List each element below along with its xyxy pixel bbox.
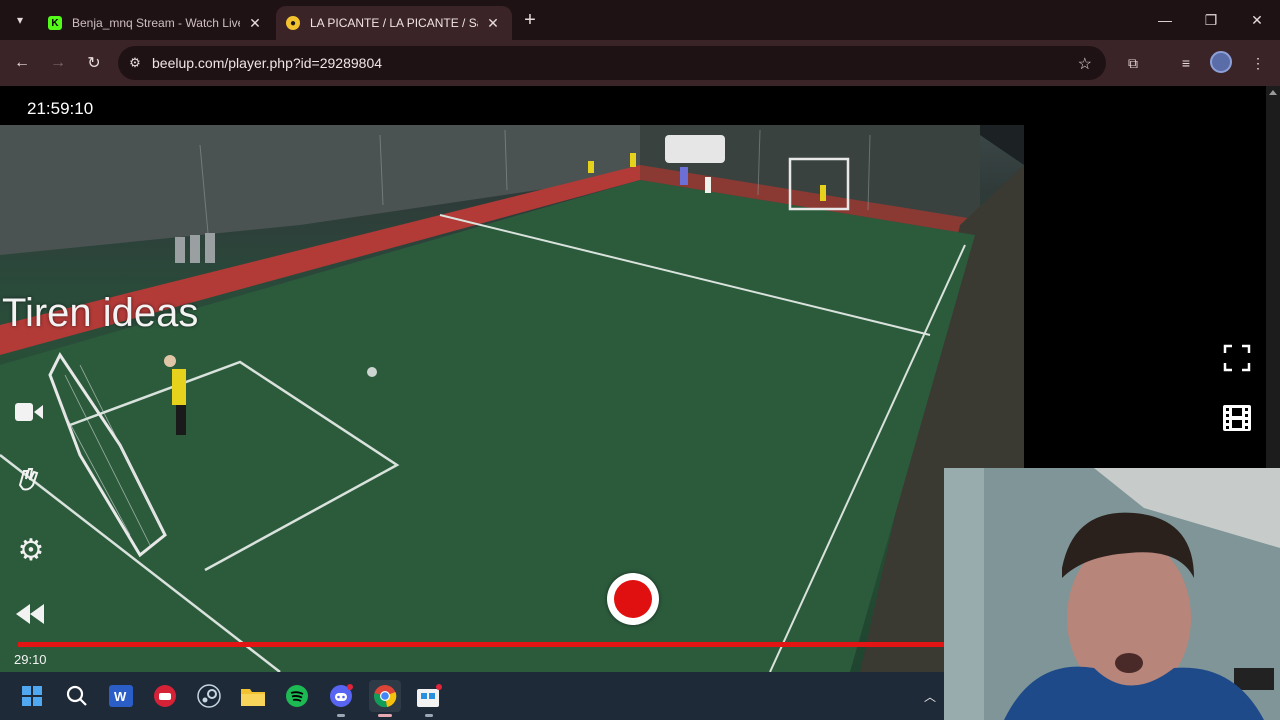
forward-icon[interactable]: → bbox=[44, 49, 72, 77]
bookmark-star-icon[interactable]: ☆ bbox=[1078, 54, 1092, 74]
futsal-court-scene bbox=[0, 125, 1024, 672]
search-icon[interactable] bbox=[61, 680, 93, 712]
minimize-icon[interactable]: — bbox=[1142, 0, 1188, 40]
camera-icon[interactable] bbox=[14, 400, 48, 434]
windows-start-icon[interactable] bbox=[16, 680, 48, 712]
running-indicator bbox=[425, 714, 433, 717]
tab-strip: ▾ K Benja_mnq Stream - Watch Live ✕ ● LA… bbox=[0, 0, 1280, 40]
address-bar[interactable]: ⚙ beelup.com/player.php?id=29289804 ☆ bbox=[118, 46, 1106, 80]
store-icon[interactable] bbox=[413, 680, 445, 717]
site-info-icon[interactable]: ⚙ bbox=[118, 46, 152, 80]
kick-icon: K bbox=[48, 16, 62, 30]
address-text[interactable]: beelup.com/player.php?id=29289804 bbox=[152, 55, 382, 71]
film-clips-icon[interactable] bbox=[1221, 402, 1253, 434]
clap-hands-icon[interactable] bbox=[14, 463, 48, 497]
fullscreen-icon[interactable] bbox=[1221, 342, 1253, 374]
back-icon[interactable]: ← bbox=[8, 49, 36, 77]
close-tab-icon[interactable]: ✕ bbox=[246, 14, 264, 32]
extensions-icon[interactable]: ⧉ bbox=[1119, 49, 1147, 77]
tab-title: LA PICANTE / LA PICANTE / Sáb bbox=[310, 16, 478, 30]
profile-avatar[interactable] bbox=[1210, 51, 1232, 73]
discord-icon[interactable] bbox=[325, 680, 357, 717]
close-window-icon[interactable]: ✕ bbox=[1234, 0, 1280, 40]
running-indicator bbox=[337, 714, 345, 717]
spotify-icon[interactable] bbox=[281, 680, 313, 712]
reload-icon[interactable]: ↻ bbox=[80, 49, 108, 77]
close-tab-icon[interactable]: ✕ bbox=[484, 14, 502, 32]
browser-toolbar: ← → ↻ ⚙ beelup.com/player.php?id=2928980… bbox=[0, 40, 1280, 86]
timecode-label: 29:10 bbox=[14, 652, 47, 667]
word-icon[interactable]: W bbox=[105, 680, 137, 712]
video-frame[interactable]: Tiren ideas ⚙ bbox=[0, 125, 1024, 672]
record-dot-icon bbox=[614, 580, 652, 618]
file-explorer-icon[interactable] bbox=[237, 680, 269, 712]
scroll-up-icon[interactable] bbox=[1269, 90, 1277, 95]
tab-title: Benja_mnq Stream - Watch Live bbox=[72, 16, 240, 30]
webcam-overlay bbox=[944, 468, 1280, 720]
menu-kebab-icon[interactable]: ⋮ bbox=[1244, 49, 1272, 77]
tab-benja-stream[interactable]: K Benja_mnq Stream - Watch Live ✕ bbox=[38, 6, 274, 40]
windows-taskbar: W ︿ bbox=[0, 672, 944, 720]
chrome-icon[interactable] bbox=[369, 680, 401, 717]
progress-bar[interactable] bbox=[18, 642, 944, 647]
tab-la-picante[interactable]: ● LA PICANTE / LA PICANTE / Sáb ✕ bbox=[276, 6, 512, 40]
beelup-icon: ● bbox=[286, 16, 300, 30]
show-hidden-icons-chevron-icon[interactable]: ︿ bbox=[920, 686, 940, 706]
svg-text:W: W bbox=[114, 689, 127, 704]
media-control-icon[interactable]: ≡ bbox=[1172, 49, 1200, 77]
new-tab-icon[interactable]: + bbox=[518, 8, 542, 32]
active-indicator bbox=[378, 714, 392, 717]
overlay-caption: Tiren ideas bbox=[2, 291, 199, 335]
streamer-webcam-image bbox=[944, 468, 1280, 720]
settings-gear-icon[interactable]: ⚙ bbox=[14, 533, 48, 567]
steam-icon[interactable] bbox=[193, 680, 225, 712]
red-app-icon[interactable] bbox=[149, 680, 181, 712]
rewind-icon[interactable] bbox=[14, 603, 48, 637]
player-clock: 21:59:10 bbox=[27, 99, 94, 118]
record-button[interactable] bbox=[607, 573, 659, 625]
restore-icon[interactable]: ❐ bbox=[1188, 0, 1234, 40]
tab-search-chevron-icon[interactable]: ▾ bbox=[8, 8, 32, 32]
